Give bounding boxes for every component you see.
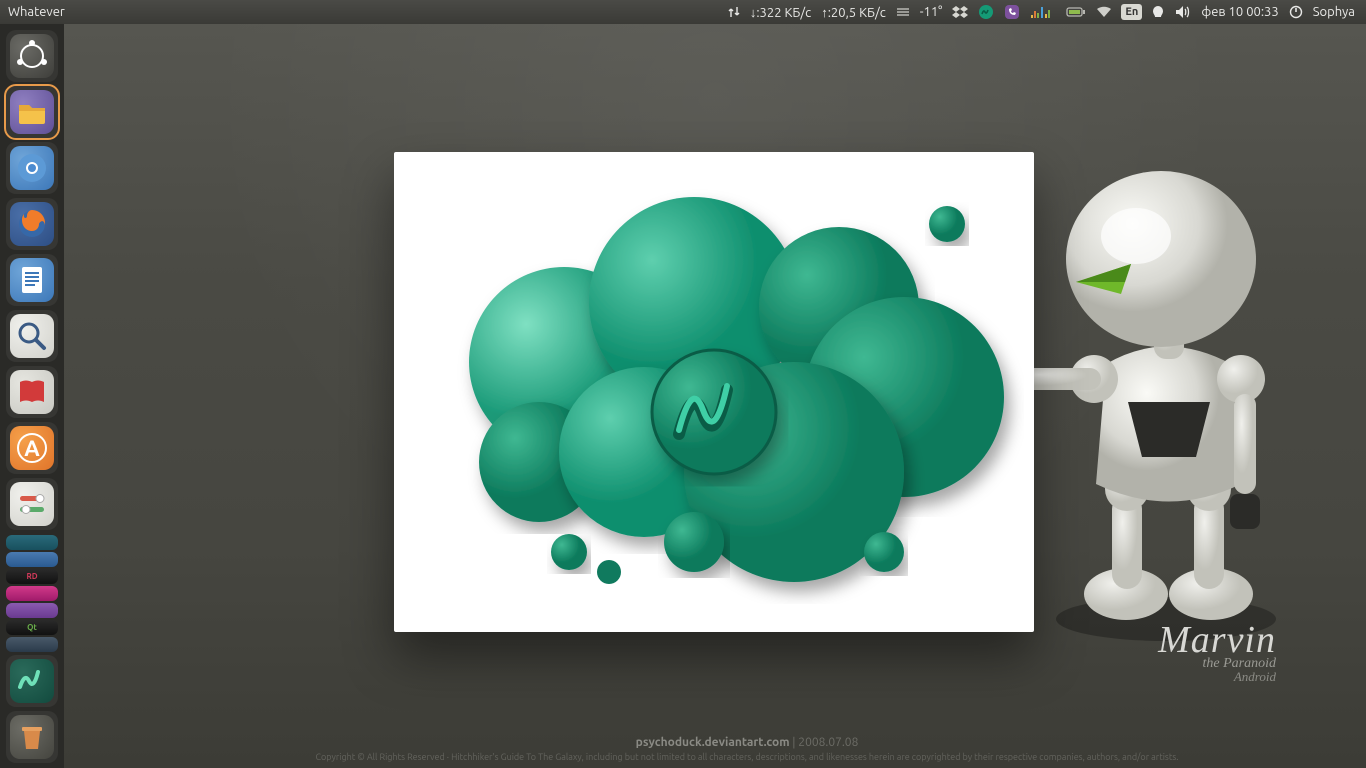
net-up-speed: ↑:20,5 КБ/с: [816, 0, 891, 24]
clock[interactable]: фев 10 00:33: [1196, 0, 1283, 24]
battery-icon[interactable]: [1061, 0, 1091, 24]
desktop-wallpaper: Marvin the Paranoid Android: [64, 24, 1366, 768]
user-name[interactable]: Sophya: [1308, 0, 1360, 24]
credit-copyright: Copyright © All Rights Reserved · Hitchh…: [128, 752, 1366, 762]
weather-temp: -11°: [915, 0, 948, 24]
svg-text:A: A: [24, 436, 40, 461]
wallpaper-caption: Marvin the Paranoid Android: [1158, 618, 1276, 685]
keyboard-layout-indicator[interactable]: En: [1121, 4, 1142, 20]
launcher-reader[interactable]: [6, 366, 58, 418]
wallpaper-credits: psychoduck.deviantart.com | 2008.07.08 C…: [128, 736, 1366, 762]
launcher-settings[interactable]: [6, 478, 58, 530]
launcher-overflow-stack[interactable]: RD Qt: [6, 534, 58, 653]
system-monitor-icon[interactable]: [1025, 0, 1061, 24]
session-icon[interactable]: [1284, 0, 1308, 24]
credit-site: psychoduck.deviantart.com: [636, 736, 790, 749]
app-splash-window[interactable]: [394, 152, 1034, 632]
menu-bar: Whatever ↓:322 КБ/с ↑:20,5 КБ/с -11° En …: [0, 0, 1366, 24]
messages-icon[interactable]: [1146, 0, 1170, 24]
launcher-updater[interactable]: A: [6, 422, 58, 474]
unity-launcher: A RD Qt: [0, 24, 64, 768]
launcher-chromium[interactable]: [6, 142, 58, 194]
launcher-firefox[interactable]: [6, 198, 58, 250]
launcher-whatever-app[interactable]: [6, 655, 58, 707]
launcher-dash[interactable]: [6, 30, 58, 82]
active-app-title[interactable]: Whatever: [8, 5, 65, 19]
wallpaper-robot: [1016, 164, 1326, 644]
credit-date: 2008.07.08: [798, 736, 858, 749]
network-updown-icon[interactable]: [723, 0, 745, 24]
viber-icon[interactable]: [999, 0, 1025, 24]
dropbox-icon[interactable]: [947, 0, 973, 24]
whatever-tray-icon[interactable]: [973, 0, 999, 24]
sound-icon[interactable]: [1170, 0, 1196, 24]
net-down-speed: ↓:322 КБ/с: [745, 0, 816, 24]
weather-icon[interactable]: [891, 0, 915, 24]
launcher-document[interactable]: [6, 254, 58, 306]
launcher-image-viewer[interactable]: [6, 310, 58, 362]
launcher-files[interactable]: [6, 86, 58, 138]
launcher-trash[interactable]: [6, 711, 58, 763]
wifi-icon[interactable]: [1091, 0, 1117, 24]
